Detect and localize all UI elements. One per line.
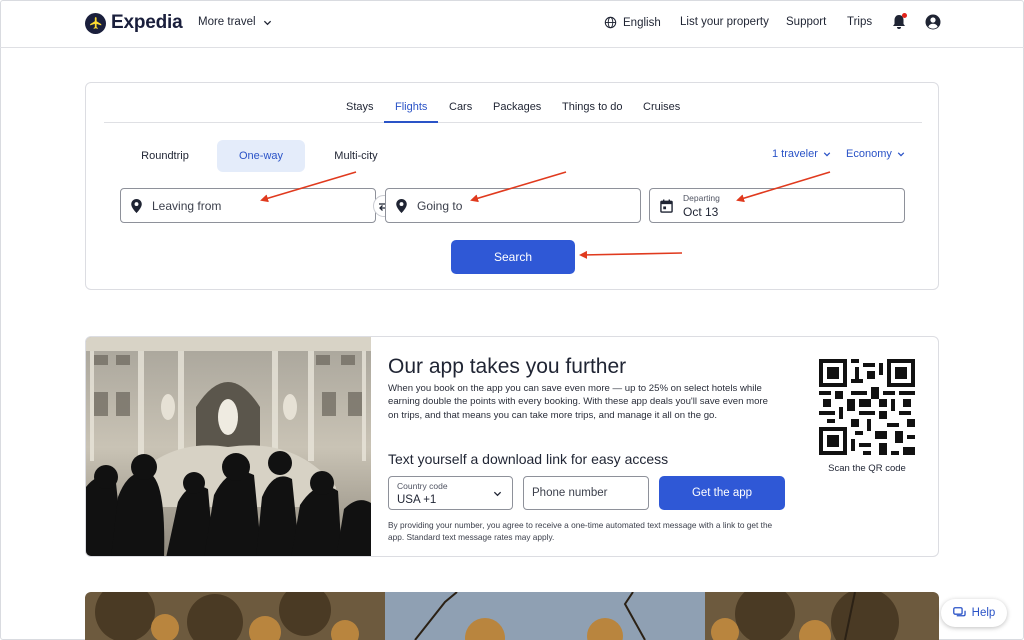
get-the-app-button[interactable]: Get the app [659, 476, 785, 510]
chevron-down-icon [493, 491, 502, 497]
help-button[interactable]: Help [941, 599, 1007, 627]
travelers-label: 1 traveler [772, 148, 818, 160]
map-pin-icon [396, 198, 407, 213]
promo-body: When you book on the app you can save ev… [388, 383, 768, 421]
chevron-down-icon [823, 152, 831, 157]
plane-logo-icon [85, 12, 106, 34]
trevi-fountain-photo [86, 337, 371, 556]
country-code-value: USA +1 [397, 494, 437, 506]
travelers-dropdown[interactable]: 1 traveler [772, 148, 831, 160]
brand-name: Expedia [111, 12, 183, 33]
leaving-from-field[interactable]: Leaving from [120, 188, 376, 223]
tab-packages[interactable]: Packages [493, 101, 541, 113]
promo-subtitle: Text yourself a download link for easy a… [388, 451, 669, 467]
list-your-property-link[interactable]: List your property [680, 16, 769, 28]
sms-disclaimer: By providing your number, you agree to r… [388, 520, 773, 542]
tab-cars[interactable]: Cars [449, 101, 472, 113]
search-button[interactable]: Search [451, 240, 575, 274]
qr-code-image [819, 359, 915, 455]
tab-cruises[interactable]: Cruises [643, 101, 680, 113]
promo-title: Our app takes you further [388, 355, 627, 378]
help-label: Help [971, 607, 996, 619]
chevron-down-icon [263, 20, 271, 25]
more-travel-label: More travel [198, 16, 256, 28]
list-property-label: List your property [680, 16, 769, 28]
country-code-label: Country code [397, 481, 448, 491]
departing-value: Oct 13 [683, 204, 719, 219]
tab-flights[interactable]: Flights [395, 101, 427, 113]
trip-type-roundtrip[interactable]: Roundtrip [122, 140, 208, 172]
departing-label: Departing [683, 192, 720, 203]
search-tabs: Stays Flights Cars Packages Things to do… [86, 99, 938, 123]
expedia-logo[interactable]: Expedia [85, 12, 183, 34]
phone-number-input[interactable] [523, 476, 649, 510]
bottom-banner-photo [85, 592, 939, 640]
tab-things-to-do[interactable]: Things to do [562, 101, 623, 113]
qr-code-caption: Scan the QR code [828, 463, 906, 474]
tab-stays[interactable]: Stays [346, 101, 374, 113]
chevron-down-icon [897, 152, 905, 157]
notification-dot [902, 13, 907, 18]
top-header: Expedia More travel English List your pr… [0, 0, 1024, 48]
trips-label: Trips [847, 16, 873, 28]
departing-date-field[interactable]: Departing Oct 13 [649, 188, 905, 223]
account-button[interactable] [925, 14, 941, 35]
more-travel-menu[interactable]: More travel [198, 16, 272, 28]
country-code-select[interactable]: Country code USA +1 [388, 476, 513, 510]
trips-link[interactable]: Trips [847, 16, 872, 28]
tabs-divider [104, 122, 922, 123]
active-tab-indicator [384, 121, 438, 123]
cabin-class-label: Economy [846, 148, 892, 160]
trip-type-one-way[interactable]: One-way [217, 140, 305, 172]
globe-icon [604, 16, 617, 29]
account-icon [925, 14, 941, 30]
departing-text: Departing Oct 13 [683, 193, 720, 219]
map-pin-icon [131, 198, 142, 213]
going-to-placeholder: Going to [417, 198, 463, 213]
flight-search-card: Stays Flights Cars Packages Things to do… [85, 82, 939, 290]
notifications-button[interactable] [892, 13, 907, 35]
language-selector[interactable]: English [604, 16, 661, 29]
leaving-from-placeholder: Leaving from [152, 198, 222, 213]
calendar-icon [660, 199, 673, 213]
chat-bubble-icon [952, 607, 966, 617]
support-link[interactable]: Support [786, 16, 826, 28]
app-promo-card: Our app takes you further When you book … [85, 336, 939, 557]
cabin-class-dropdown[interactable]: Economy [846, 148, 905, 160]
support-label: Support [786, 16, 827, 28]
trip-type-multi-city[interactable]: Multi-city [314, 140, 398, 172]
language-label: English [623, 16, 661, 29]
going-to-field[interactable]: Going to [385, 188, 641, 223]
